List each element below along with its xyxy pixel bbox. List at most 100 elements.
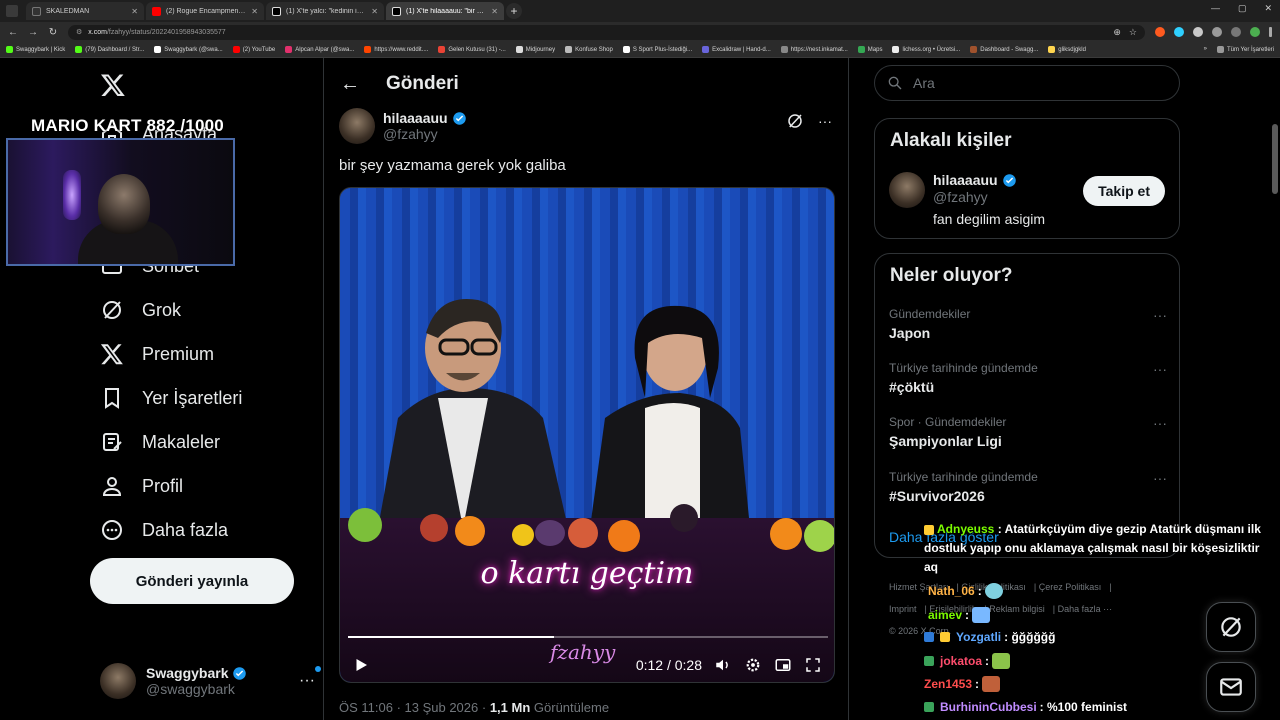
bookmark-item[interactable]: S Sport Plus-İstediği...	[622, 46, 692, 53]
download-icon[interactable]	[1231, 27, 1241, 37]
close-icon[interactable]: ✕	[251, 7, 258, 16]
back-arrow-icon[interactable]: ←	[340, 73, 360, 96]
extensions-area	[1155, 27, 1272, 37]
grok-icon[interactable]	[786, 112, 804, 130]
bookmark-item[interactable]: lichess.org • Ücretsi...	[892, 46, 960, 53]
bookmark-item[interactable]: Konfuse Shop	[565, 46, 613, 53]
trend-item[interactable]: Gündemdekiler Japon ···	[889, 307, 1167, 341]
picture-in-picture-icon[interactable]	[774, 656, 792, 674]
more-bookmarks-icon[interactable]: »	[1204, 46, 1207, 53]
extension-icon[interactable]	[1193, 27, 1203, 37]
bookmark-item[interactable]: https://www.reddit....	[364, 46, 428, 53]
account-more-icon[interactable]: ···	[299, 666, 321, 690]
trend-context: Spor · Gündemdekiler	[889, 415, 1007, 429]
forward-icon[interactable]: →	[28, 27, 38, 38]
messages-fab-button[interactable]	[1206, 662, 1256, 712]
trends-panel: Neler oluyor? Gündemdekiler Japon ··· Tü…	[874, 253, 1180, 558]
trend-item[interactable]: Türkiye tarihinde gündemde #Survivor2026…	[889, 470, 1167, 504]
footer-link[interactable]: Reklam bilgisi	[989, 604, 1045, 614]
post-button[interactable]: Gönderi yayınla	[90, 558, 294, 604]
fullscreen-icon[interactable]	[804, 656, 822, 674]
post-author[interactable]: hilaaaauu @fzahyy	[339, 108, 467, 144]
trend-topic: Şampiyonlar Ligi	[889, 433, 1002, 449]
video-player[interactable]: o kartı geçtim fzahyy 0:12 / 0:28	[339, 187, 835, 683]
search-placeholder: Ara	[913, 75, 935, 91]
extension-icon[interactable]	[1155, 27, 1165, 37]
bookmark-item[interactable]: Excalidraw | Hand-d...	[702, 46, 771, 53]
close-icon[interactable]: ✕	[491, 7, 498, 16]
author-name[interactable]: hilaaaauu	[383, 110, 448, 126]
bookmark-item[interactable]: Midjourney	[515, 46, 555, 53]
bookmark-item[interactable]: Dashboard - Swagg...	[970, 46, 1038, 53]
profile-avatar-icon[interactable]	[1250, 27, 1260, 37]
bookmark-item[interactable]: Swaggybark | Kick	[6, 46, 65, 53]
nav-item-grok[interactable]: Grok	[100, 298, 181, 322]
more-options-icon[interactable]: ···	[1153, 470, 1167, 486]
x-logo-icon[interactable]	[100, 72, 126, 98]
follow-button[interactable]: Takip et	[1083, 176, 1165, 206]
bookmark-item[interactable]: Alpcan Alpar (@swa...	[285, 46, 354, 53]
kebab-menu-icon[interactable]	[1269, 27, 1272, 37]
more-options-icon[interactable]: ···	[1153, 307, 1167, 323]
chat-badge-icon	[940, 632, 950, 642]
settings-icon[interactable]	[744, 656, 762, 674]
nav-item-bookmarks[interactable]: Yer İşaretleri	[100, 386, 242, 410]
bookmark-item[interactable]: Maps	[857, 46, 882, 53]
close-window-icon[interactable]: ✕	[1264, 3, 1272, 14]
address-bar[interactable]: ⚙ x.com/fzahyy/status/202240195894303557…	[68, 24, 1145, 40]
search-input[interactable]: Ara	[874, 65, 1180, 101]
zoom-icon[interactable]: ⊕	[1113, 27, 1121, 38]
bookmark-item[interactable]: (79) Dashboard / Str...	[75, 46, 144, 53]
tab-search-icon[interactable]	[6, 5, 18, 17]
bookmark-item[interactable]: (2) YouTube	[232, 46, 275, 53]
volume-icon[interactable]	[714, 656, 732, 674]
avatar[interactable]	[889, 172, 925, 208]
video-progress-bar[interactable]	[348, 636, 828, 638]
maximize-icon[interactable]: ▢	[1238, 3, 1247, 14]
play-icon[interactable]	[352, 656, 370, 674]
scrollbar[interactable]	[1272, 124, 1278, 194]
browser-tab-active[interactable]: (1) X'te hilaaaauu: "bir şey y... ✕	[386, 2, 504, 20]
chat-username: BurhininCubbesi	[940, 700, 1037, 714]
bookmark-item[interactable]: https://nest.inkamat...	[780, 46, 848, 53]
more-options-icon[interactable]: ···	[1153, 415, 1167, 431]
nav-item-more[interactable]: Daha fazla	[100, 518, 228, 542]
more-options-icon[interactable]: ···	[818, 113, 832, 129]
minimize-icon[interactable]: —	[1211, 3, 1220, 14]
person-handle[interactable]: @fzahyy	[933, 189, 1045, 205]
more-options-icon[interactable]: ···	[1153, 361, 1167, 377]
trend-item[interactable]: Türkiye tarihinde gündemde #çöktü ···	[889, 361, 1167, 395]
grok-icon	[103, 301, 121, 319]
nav-item-articles[interactable]: Makaleler	[100, 430, 220, 454]
person-name[interactable]: hilaaaauu	[933, 172, 998, 188]
post-timestamp[interactable]: ÖS 11:06 · 13 Şub 2026 ·	[339, 700, 490, 715]
reload-icon[interactable]: ↻	[48, 27, 58, 38]
trend-item[interactable]: Spor · Gündemdekiler Şampiyonlar Ligi ··…	[889, 415, 1167, 449]
star-icon[interactable]: ☆	[1129, 27, 1137, 38]
chat-message: Nath_06:	[928, 583, 1003, 599]
nav-item-profile[interactable]: Profil	[100, 474, 183, 498]
author-handle[interactable]: @fzahyy	[383, 126, 467, 142]
related-person[interactable]: hilaaaauu @fzahyy fan degilim asigim	[889, 172, 1045, 227]
grok-fab-button[interactable]	[1206, 602, 1256, 652]
bookmark-item[interactable]: Gelen Kutusu (31) -...	[438, 46, 506, 53]
browser-tab[interactable]: SKALEDMAN ✕	[26, 2, 144, 20]
avatar[interactable]	[339, 108, 375, 144]
account-switcher[interactable]: Swaggybark @swaggybark ···	[100, 662, 321, 700]
footer-link[interactable]: Daha fazla ···	[1058, 604, 1113, 614]
all-bookmarks[interactable]: Tüm Yer İşaretleri	[1216, 46, 1274, 53]
browser-tab[interactable]: (1) X'te yalcı: "kedinin ismini d... ✕	[266, 2, 384, 20]
browser-tab[interactable]: (2) Rogue Encampment M... ✕	[146, 2, 264, 20]
extension-icon[interactable]	[1174, 27, 1184, 37]
close-icon[interactable]: ✕	[131, 7, 138, 16]
new-tab-button[interactable]: +	[506, 3, 522, 19]
footer-link[interactable]: Çerez Politikası	[1039, 582, 1102, 592]
back-icon[interactable]: ←	[8, 27, 18, 38]
footer-link[interactable]: Imprint	[889, 604, 917, 614]
site-info-icon[interactable]: ⚙	[76, 28, 82, 36]
bookmark-item[interactable]: gliksdjgkld	[1048, 46, 1086, 53]
bookmark-item[interactable]: Swaggybark (@swa...	[154, 46, 223, 53]
nav-item-premium[interactable]: Premium	[100, 342, 214, 366]
puzzle-icon[interactable]	[1212, 27, 1222, 37]
close-icon[interactable]: ✕	[371, 7, 378, 16]
